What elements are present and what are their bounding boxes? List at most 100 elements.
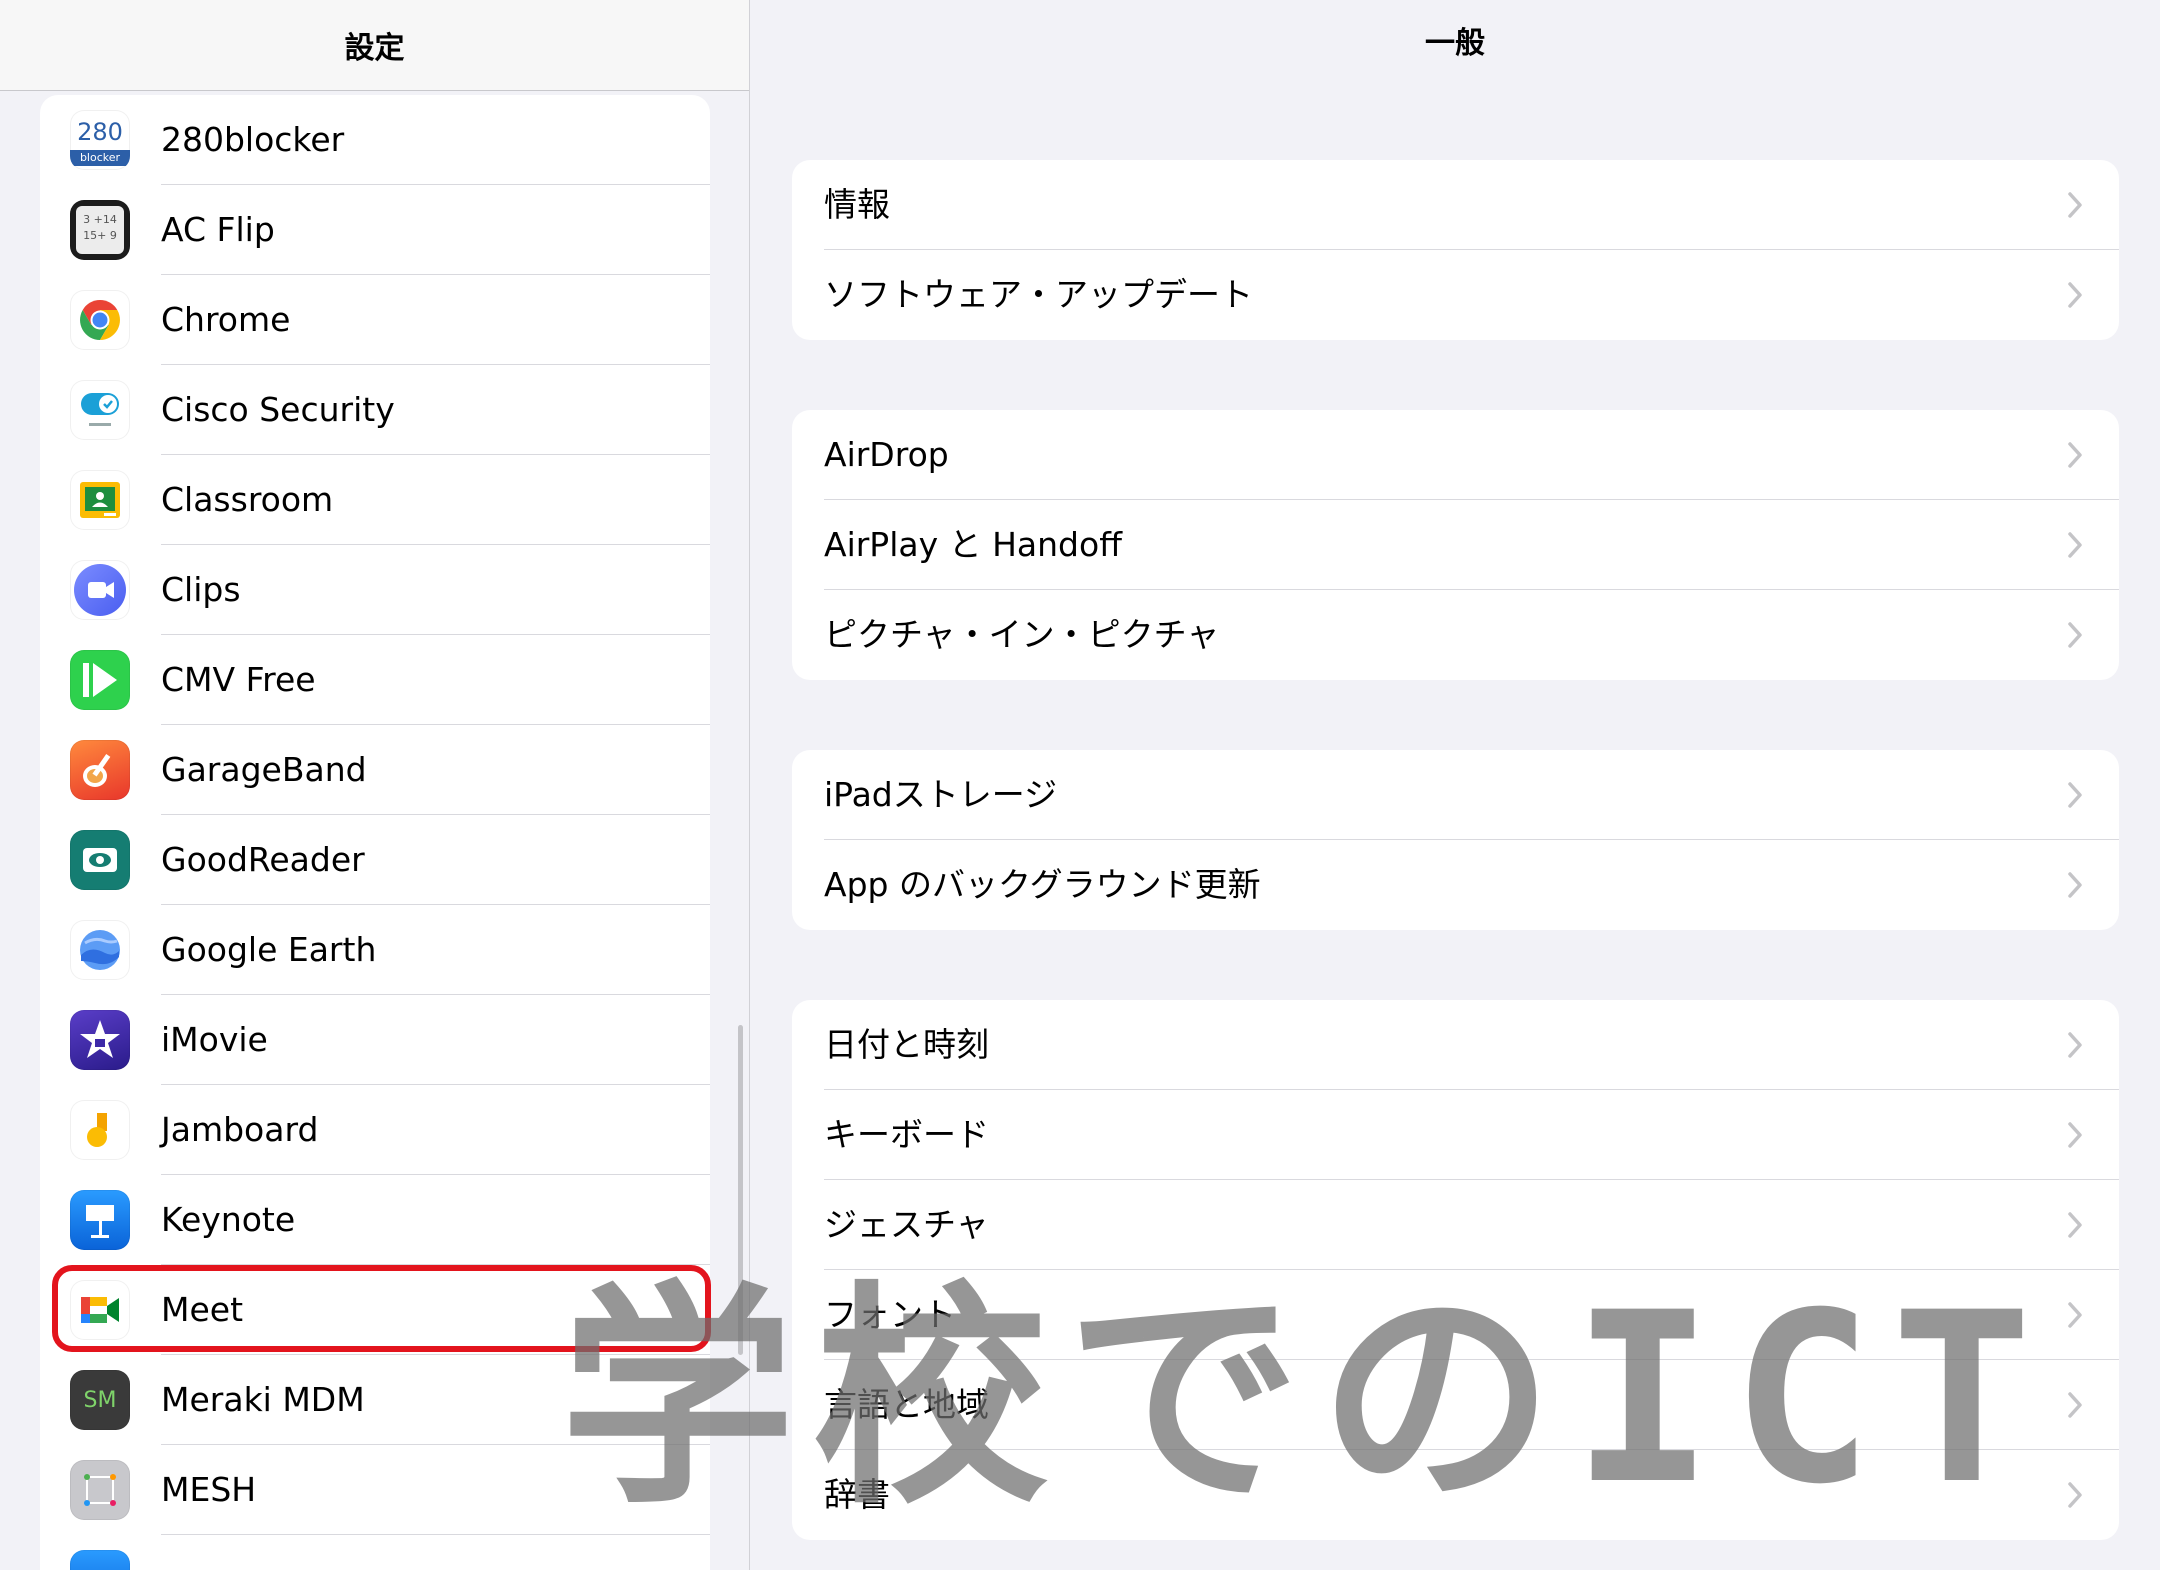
- row-label: 日付と時刻: [824, 1025, 989, 1064]
- music-app-icon: [70, 1550, 130, 1570]
- settings-group-3: iPadストレージ App のバックグラウンド更新: [792, 750, 2119, 930]
- app-row-jamboard[interactable]: Jamboard: [40, 1085, 710, 1175]
- app-name: Clips: [161, 570, 241, 609]
- row-ipad-storage[interactable]: iPadストレージ: [792, 750, 2119, 840]
- app-name: 280blocker: [161, 120, 345, 159]
- app-row-keynote[interactable]: Keynote: [40, 1175, 710, 1265]
- app-row-clips[interactable]: Clips: [40, 545, 710, 635]
- imovie-icon: [70, 1010, 130, 1070]
- chevron-right-icon: [2068, 1122, 2082, 1148]
- row-label: ピクチャ・イン・ピクチャ: [824, 615, 1220, 654]
- row-label: ソフトウェア・アップデート: [824, 275, 1253, 314]
- settings-group-4: 日付と時刻 キーボード ジェスチャ フォント 言語と地域 辞書: [792, 1000, 2119, 1540]
- row-keyboard[interactable]: キーボード: [792, 1090, 2119, 1180]
- row-label: フォント: [824, 1295, 956, 1334]
- row-fonts[interactable]: フォント: [792, 1270, 2119, 1360]
- chevron-right-icon: [2068, 1302, 2082, 1328]
- chevron-right-icon: [2068, 782, 2082, 808]
- row-software-update[interactable]: ソフトウェア・アップデート: [792, 250, 2119, 340]
- row-airdrop[interactable]: AirDrop: [792, 410, 2119, 500]
- chevron-right-icon: [2068, 622, 2082, 648]
- row-picture-in-picture[interactable]: ピクチャ・イン・ピクチャ: [792, 590, 2119, 680]
- row-date-time[interactable]: 日付と時刻: [792, 1000, 2119, 1090]
- settings-group-1: 情報 ソフトウェア・アップデート: [792, 160, 2119, 340]
- app-name: Google Earth: [161, 930, 377, 969]
- app-name: Meraki MDM: [161, 1380, 365, 1419]
- google-earth-icon: [70, 920, 130, 980]
- row-background-app-refresh[interactable]: App のバックグラウンド更新: [792, 840, 2119, 930]
- chevron-right-icon: [2068, 1392, 2082, 1418]
- garageband-icon: [70, 740, 130, 800]
- app-row-ac-flip[interactable]: 3 +14 15+ 9 AC Flip: [40, 185, 710, 275]
- settings-group-2: AirDrop AirPlay と Handoff ピクチャ・イン・ピクチャ: [792, 410, 2119, 680]
- row-label: AirPlay と Handoff: [824, 525, 1122, 564]
- chevron-right-icon: [2068, 872, 2082, 898]
- app-name: Cisco Security: [161, 390, 395, 429]
- row-label: 言語と地域: [824, 1385, 989, 1424]
- 280blocker-icon: 280 blocker: [70, 110, 130, 170]
- app-name: CMV Free: [161, 660, 316, 699]
- meraki-mdm-label: SM: [83, 1387, 117, 1413]
- cisco-security-icon: [70, 380, 130, 440]
- row-label: iPadストレージ: [824, 775, 1058, 814]
- ac-flip-icon: 3 +14 15+ 9: [70, 200, 130, 260]
- app-row-cisco-security[interactable]: Cisco Security: [40, 365, 710, 455]
- app-row-chrome[interactable]: Chrome: [40, 275, 710, 365]
- ac-flip-line2: 15+ 9: [83, 229, 117, 242]
- settings-master-pane: 設定 280 blocker 280blocker 3 +14 15+ 9 AC…: [0, 0, 750, 1570]
- keynote-icon: [70, 1190, 130, 1250]
- app-name: GarageBand: [161, 750, 367, 789]
- app-name: AC Flip: [161, 210, 275, 249]
- general-title: 一般: [1425, 26, 1485, 61]
- row-gestures[interactable]: ジェスチャ: [792, 1180, 2119, 1270]
- app-name: GoodReader: [161, 840, 365, 879]
- goodreader-icon: [70, 830, 130, 890]
- chevron-right-icon: [2068, 1212, 2082, 1238]
- row-airplay-handoff[interactable]: AirPlay と Handoff: [792, 500, 2119, 590]
- chevron-right-icon: [2068, 1032, 2082, 1058]
- chevron-right-icon: [2068, 1482, 2082, 1508]
- app-row-imovie[interactable]: iMovie: [40, 995, 710, 1085]
- 280blocker-number: 280: [77, 118, 123, 146]
- settings-title: 設定: [0, 0, 749, 91]
- app-row-classroom[interactable]: Classroom: [40, 455, 710, 545]
- app-row-google-earth[interactable]: Google Earth: [40, 905, 710, 995]
- mesh-icon: [70, 1460, 130, 1520]
- app-row-garageband[interactable]: GarageBand: [40, 725, 710, 815]
- chrome-icon: [70, 290, 130, 350]
- row-label: 辞書: [824, 1475, 890, 1514]
- jamboard-icon: [70, 1100, 130, 1160]
- row-label: キーボード: [824, 1115, 989, 1154]
- meraki-mdm-icon: SM: [70, 1370, 130, 1430]
- row-dictionary[interactable]: 辞書: [792, 1450, 2119, 1540]
- app-name: iMovie: [161, 1020, 268, 1059]
- row-about[interactable]: 情報: [792, 160, 2119, 250]
- app-row-mesh[interactable]: MESH: [40, 1445, 710, 1535]
- app-row-goodreader[interactable]: GoodReader: [40, 815, 710, 905]
- classroom-icon: [70, 470, 130, 530]
- app-row-280blocker[interactable]: 280 blocker 280blocker: [40, 95, 710, 185]
- meet-highlight-box: [52, 1265, 711, 1352]
- ac-flip-line1: 3 +14: [83, 213, 117, 226]
- app-row-partial[interactable]: [40, 1535, 710, 1570]
- 280blocker-sub: blocker: [70, 150, 130, 166]
- clips-icon: [70, 560, 130, 620]
- row-language-region[interactable]: 言語と地域: [792, 1360, 2119, 1450]
- row-label: App のバックグラウンド更新: [824, 865, 1261, 904]
- chevron-right-icon: [2068, 282, 2082, 308]
- app-name: MESH: [161, 1470, 257, 1509]
- row-label: ジェスチャ: [824, 1205, 989, 1244]
- scroll-indicator[interactable]: [738, 1025, 743, 1355]
- app-row-meraki-mdm[interactable]: SM Meraki MDM: [40, 1355, 710, 1445]
- row-label: AirDrop: [824, 435, 949, 474]
- app-name: Jamboard: [161, 1110, 319, 1149]
- ac-flip-card: 3 +14 15+ 9: [76, 206, 124, 254]
- app-name: Chrome: [161, 300, 291, 339]
- chevron-right-icon: [2068, 442, 2082, 468]
- app-name: Classroom: [161, 480, 334, 519]
- chevron-right-icon: [2068, 192, 2082, 218]
- cmv-free-icon: [70, 650, 130, 710]
- app-row-cmv-free[interactable]: CMV Free: [40, 635, 710, 725]
- row-label: 情報: [824, 185, 890, 224]
- chevron-right-icon: [2068, 532, 2082, 558]
